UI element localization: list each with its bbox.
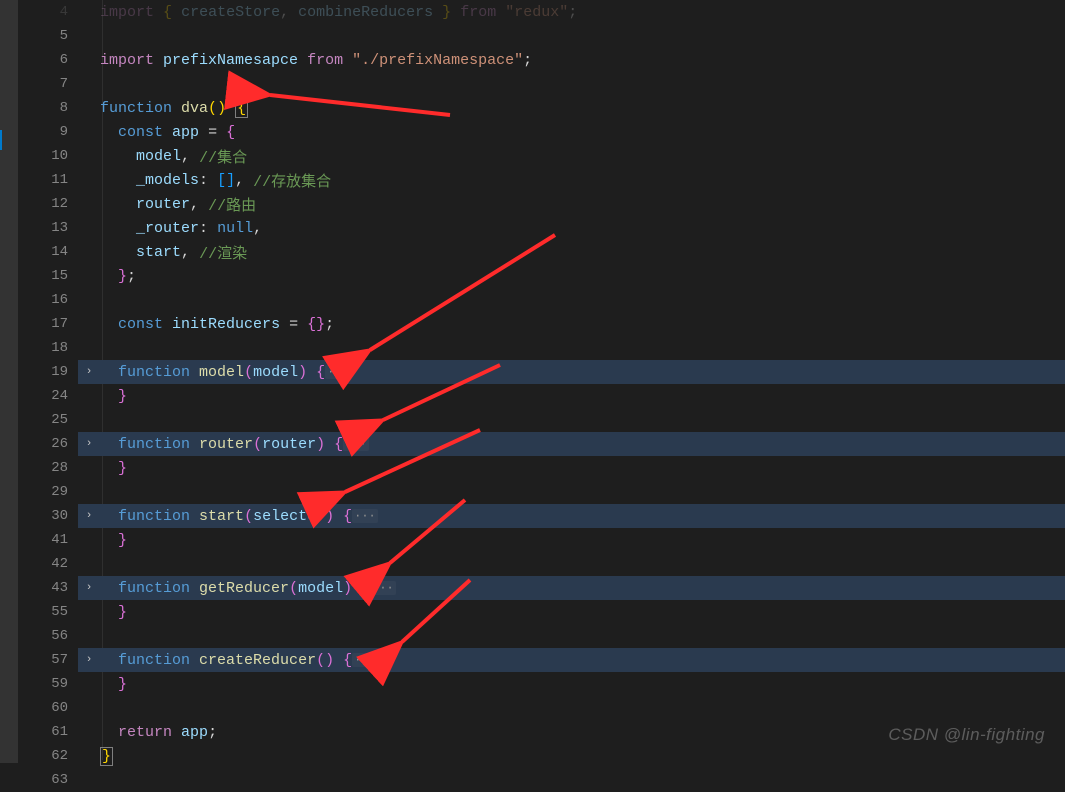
line-number: 15 <box>18 268 78 284</box>
active-indicator <box>0 130 2 150</box>
line-number: 12 <box>18 196 78 212</box>
code-line[interactable]: function getReducer(model) {··· <box>100 576 1065 600</box>
code-line[interactable]: _models: [], //存放集合 <box>100 168 1065 192</box>
code-line[interactable]: }; <box>100 264 1065 288</box>
line-number: 24 <box>18 388 78 404</box>
line-number: 28 <box>18 460 78 476</box>
code-line[interactable] <box>100 552 1065 576</box>
code-line[interactable]: const initReducers = {}; <box>100 312 1065 336</box>
code-line[interactable]: function model(model) {··· <box>100 360 1065 384</box>
line-number: 7 <box>18 76 78 92</box>
line-number: 59 <box>18 676 78 692</box>
code-editor: 4567891011121314151617181924252628293041… <box>0 0 1065 763</box>
code-line[interactable]: import { createStore, combineReducers } … <box>100 0 1065 24</box>
code-line[interactable] <box>100 24 1065 48</box>
line-number: 26 <box>18 436 78 452</box>
code-line[interactable] <box>100 288 1065 312</box>
code-line[interactable]: } <box>100 672 1065 696</box>
code-line[interactable]: } <box>100 384 1065 408</box>
code-line[interactable] <box>100 624 1065 648</box>
code-line[interactable] <box>100 768 1065 792</box>
code-line[interactable]: function createReducer() {··· <box>100 648 1065 672</box>
line-number: 16 <box>18 292 78 308</box>
code-line[interactable]: return app; <box>100 720 1065 744</box>
chevron-right-icon[interactable]: › <box>78 510 100 522</box>
line-number: 42 <box>18 556 78 572</box>
code-line[interactable]: model, //集合 <box>100 144 1065 168</box>
code-line[interactable]: const app = { <box>100 120 1065 144</box>
chevron-right-icon[interactable]: › <box>78 366 100 378</box>
code-line[interactable]: } <box>100 456 1065 480</box>
line-number: 61 <box>18 724 78 740</box>
line-number: 4 <box>18 4 78 20</box>
line-number: 56 <box>18 628 78 644</box>
line-number: 60 <box>18 700 78 716</box>
code-line[interactable]: function start(selector) {··· <box>100 504 1065 528</box>
code-line[interactable]: function router(router) {··· <box>100 432 1065 456</box>
code-line[interactable]: start, //渲染 <box>100 240 1065 264</box>
activity-bar[interactable] <box>0 0 18 763</box>
line-number: 63 <box>18 772 78 788</box>
code-line[interactable] <box>100 480 1065 504</box>
chevron-right-icon[interactable]: › <box>78 582 100 594</box>
code-line[interactable] <box>100 336 1065 360</box>
line-number: 5 <box>18 28 78 44</box>
line-number: 9 <box>18 124 78 140</box>
line-number: 6 <box>18 52 78 68</box>
code-line[interactable]: } <box>100 744 1065 768</box>
line-number: 29 <box>18 484 78 500</box>
code-line[interactable] <box>100 72 1065 96</box>
line-number: 13 <box>18 220 78 236</box>
line-number: 25 <box>18 412 78 428</box>
code-line[interactable]: } <box>100 600 1065 624</box>
line-number: 57 <box>18 652 78 668</box>
line-number: 62 <box>18 748 78 764</box>
code-line[interactable]: function dva() { <box>100 96 1065 120</box>
line-number: 19 <box>18 364 78 380</box>
chevron-right-icon[interactable]: › <box>78 438 100 450</box>
code-line[interactable]: import prefixNamesapce from "./prefixNam… <box>100 48 1065 72</box>
line-number-gutter: 4567891011121314151617181924252628293041… <box>18 0 78 763</box>
line-number: 10 <box>18 148 78 164</box>
fold-gutter: › › › › › <box>78 0 100 763</box>
line-number: 8 <box>18 100 78 116</box>
line-number: 55 <box>18 604 78 620</box>
chevron-right-icon[interactable]: › <box>78 654 100 666</box>
code-area[interactable]: import { createStore, combineReducers } … <box>100 0 1065 763</box>
code-line[interactable] <box>100 408 1065 432</box>
line-number: 11 <box>18 172 78 188</box>
code-line[interactable]: _router: null, <box>100 216 1065 240</box>
code-line[interactable] <box>100 696 1065 720</box>
line-number: 43 <box>18 580 78 596</box>
line-number: 18 <box>18 340 78 356</box>
line-number: 41 <box>18 532 78 548</box>
line-number: 17 <box>18 316 78 332</box>
line-number: 30 <box>18 508 78 524</box>
code-line[interactable]: router, //路由 <box>100 192 1065 216</box>
code-line[interactable]: } <box>100 528 1065 552</box>
line-number: 14 <box>18 244 78 260</box>
